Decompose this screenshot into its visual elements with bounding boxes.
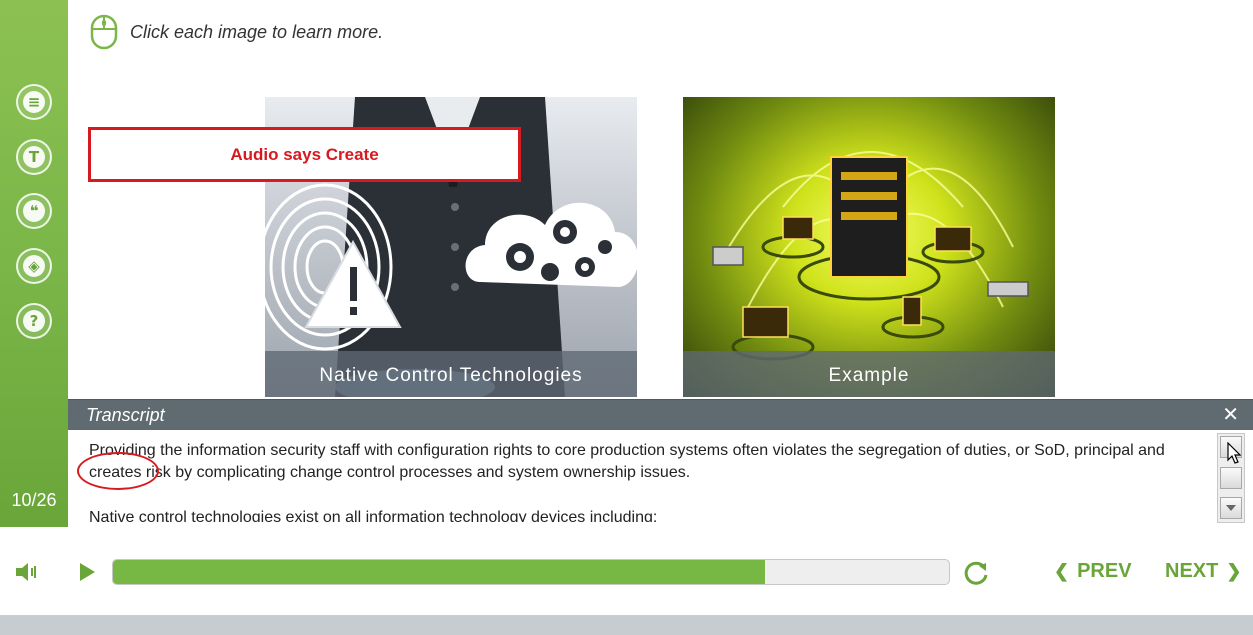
sidebar: ≡ T ❝ ◈ ? 10/26 xyxy=(0,0,68,527)
close-icon[interactable]: ✕ xyxy=(1222,402,1239,427)
menu-list-button[interactable]: ≡ xyxy=(16,84,52,120)
footer-bar xyxy=(0,615,1253,635)
chevron-right-icon: ❯ xyxy=(1226,561,1242,581)
help-button[interactable]: ? xyxy=(16,303,52,339)
mouse-pointer-icon xyxy=(1227,442,1241,464)
progress-fill xyxy=(113,560,766,584)
course-player: ≡ T ❝ ◈ ? 10/26 Click each image to lear… xyxy=(0,0,1253,635)
scroll-thumb[interactable] xyxy=(1220,467,1242,489)
transcript-header: Transcript ✕ xyxy=(68,400,1253,430)
progress-bar[interactable] xyxy=(112,559,950,585)
audio-annotation-box: Audio says Create xyxy=(88,127,521,182)
transcript-title: Transcript xyxy=(86,405,165,425)
instruction-text: Click each image to learn more. xyxy=(130,21,384,42)
quote-button[interactable]: ❝ xyxy=(16,193,52,229)
player-controls: ❮ PREV NEXT ❯ xyxy=(0,527,1253,615)
card-caption: Native Control Technologies xyxy=(265,351,637,397)
help-icon: ? xyxy=(23,310,45,332)
prev-button[interactable]: ❮ PREV xyxy=(1046,560,1132,583)
text-icon: T xyxy=(23,146,45,168)
transcript-paragraph: Providing the information security staff… xyxy=(89,442,1165,481)
transcript-paragraph: Native control technologies exist on all… xyxy=(89,509,658,522)
mouse-icon xyxy=(90,14,118,50)
instruction: Click each image to learn more. xyxy=(90,12,383,52)
transcript-body: Providing the information security staff… xyxy=(89,440,1199,522)
menu-list-icon: ≡ xyxy=(23,91,45,113)
prev-label: PREV xyxy=(1077,560,1132,582)
example-card[interactable]: Example xyxy=(683,97,1055,397)
card-caption: Example xyxy=(683,351,1055,397)
quote-icon: ❝ xyxy=(23,200,45,222)
highlight-circle xyxy=(77,452,159,490)
play-icon[interactable] xyxy=(78,562,96,582)
page-counter: 10/26 xyxy=(11,490,57,510)
audio-annotation-text: Audio says Create xyxy=(230,144,379,164)
replay-icon[interactable] xyxy=(962,559,990,587)
text-button[interactable]: T xyxy=(16,139,52,175)
layers-icon: ◈ xyxy=(23,255,45,277)
chevron-left-icon: ❮ xyxy=(1054,561,1070,581)
layers-button[interactable]: ◈ xyxy=(16,248,52,284)
chevron-down-icon xyxy=(1226,505,1236,511)
scroll-down-button[interactable] xyxy=(1220,497,1242,519)
transcript-panel: Transcript ✕ Providing the information s… xyxy=(68,399,1253,527)
next-label: NEXT xyxy=(1165,560,1219,582)
next-button[interactable]: NEXT ❯ xyxy=(1165,560,1249,583)
volume-icon[interactable] xyxy=(14,560,38,584)
